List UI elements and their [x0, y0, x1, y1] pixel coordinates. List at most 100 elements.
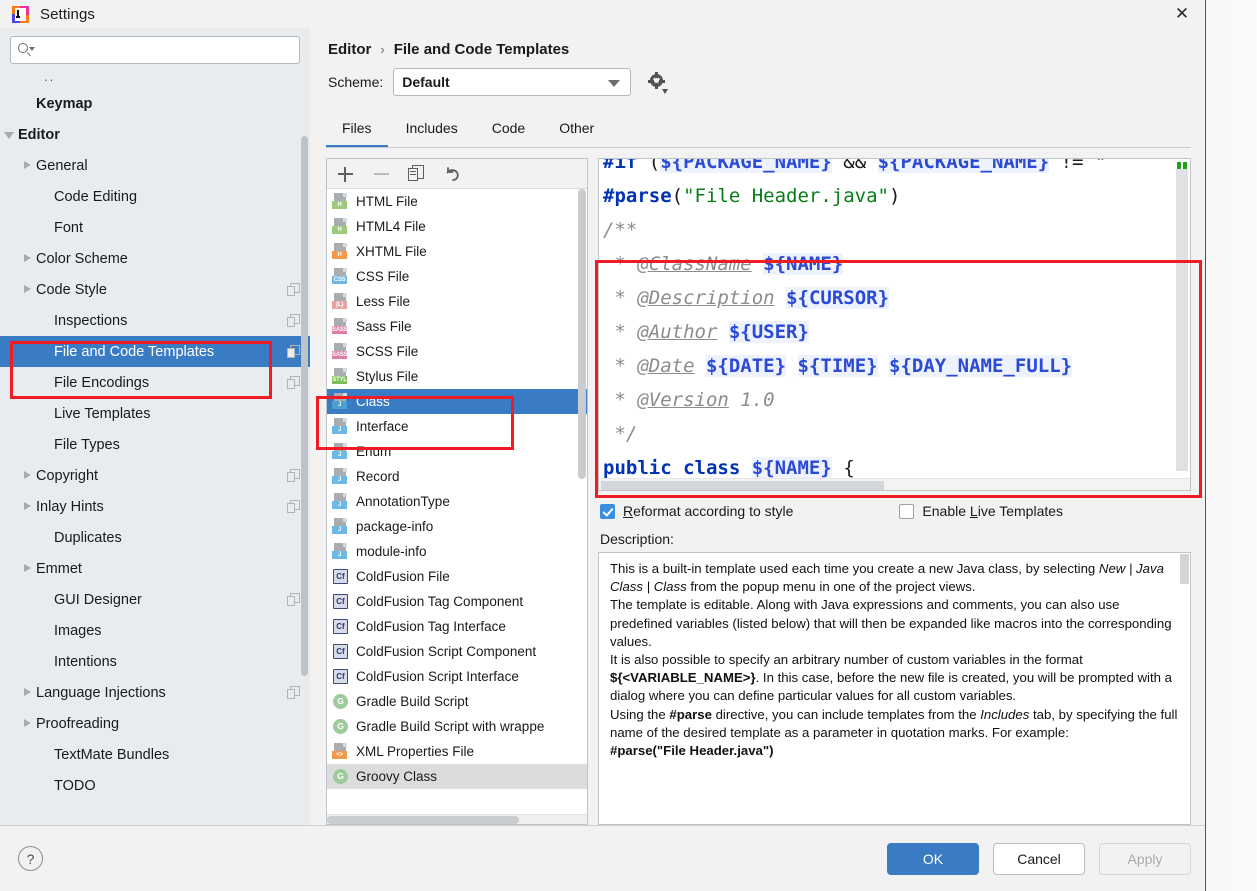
sidebar-item-color-scheme[interactable]: Color Scheme	[0, 243, 310, 274]
coldfusion-file-icon: Cf	[332, 643, 349, 660]
add-template-button[interactable]	[335, 164, 355, 184]
template-list-item[interactable]: J Class	[327, 389, 587, 414]
description-text-run: #parse("File Header.java")	[610, 743, 774, 759]
template-list-item[interactable]: Jpackage-info	[327, 514, 587, 539]
template-code-text[interactable]: #if (${PACKAGE_NAME} && ${PACKAGE_NAME} …	[599, 159, 1190, 485]
sidebar-item-general[interactable]: General	[0, 150, 310, 181]
template-list-item[interactable]: J Record	[327, 464, 587, 489]
project-scope-icon	[287, 686, 300, 699]
editor-horizontal-scrollbar[interactable]	[599, 478, 1190, 490]
template-list-hscrollbar[interactable]	[327, 814, 587, 824]
template-list-item[interactable]: J Enum	[327, 439, 587, 464]
scheme-select[interactable]: Default	[393, 68, 632, 96]
sidebar-scrollbar[interactable]	[301, 136, 308, 676]
template-list-item[interactable]: {L} Less File	[327, 289, 587, 314]
sidebar-item-code-editing[interactable]: Code Editing	[0, 181, 310, 212]
reformat-checkbox-item[interactable]: Reformat according to style	[600, 503, 793, 519]
sidebar-item-language-injections[interactable]: Language Injections	[0, 677, 310, 708]
description-paragraph: It is also possible to specify an arbitr…	[610, 651, 1178, 706]
template-list-item[interactable]: G Groovy Class	[327, 764, 587, 789]
template-list-item[interactable]: H XHTML File	[327, 239, 587, 264]
help-icon[interactable]: ?	[18, 846, 43, 871]
template-list-item[interactable]: SASS Sass File	[327, 314, 587, 339]
code-token: ${NAME}	[751, 457, 832, 479]
sidebar-item-todo[interactable]: TODO	[0, 770, 310, 801]
template-list-item-label: Record	[356, 469, 400, 484]
copy-template-button[interactable]	[407, 164, 427, 184]
close-icon[interactable]: ✕	[1159, 0, 1205, 28]
ok-button[interactable]: OK	[887, 842, 979, 875]
sidebar-item-emmet[interactable]: Emmet	[0, 553, 310, 584]
breadcrumb-current: File and Code Templates	[393, 41, 570, 58]
template-list-item[interactable]: H HTML File	[327, 189, 587, 214]
template-code-editor[interactable]: #if (${PACKAGE_NAME} && ${PACKAGE_NAME} …	[598, 158, 1191, 491]
sidebar-item-inlay-hints[interactable]: Inlay Hints	[0, 491, 310, 522]
sidebar-item-editor[interactable]: Editor	[0, 119, 310, 150]
tab-files[interactable]: Files	[326, 112, 388, 147]
sidebar-item-file-and-code-templates[interactable]: File and Code Templates	[0, 336, 310, 367]
sidebar-item-font[interactable]: Font	[0, 212, 310, 243]
remove-template-button[interactable]	[371, 164, 391, 184]
template-list-item[interactable]: STYL Stylus File	[327, 364, 587, 389]
description-scrollbar[interactable]	[1180, 554, 1189, 584]
template-list-item[interactable]: G Gradle Build Script	[327, 689, 587, 714]
template-list-item[interactable]: H HTML4 File	[327, 214, 587, 239]
template-list-item[interactable]: SASS SCSS File	[327, 339, 587, 364]
gear-icon[interactable]	[647, 72, 669, 94]
description-text-run: #parse	[669, 706, 712, 722]
template-list-item-label: Gradle Build Script	[356, 694, 469, 709]
file-type-icon: SASS	[332, 318, 349, 335]
template-list-item[interactable]: <> XML Properties File	[327, 739, 587, 764]
description-paragraph: The template is editable. Along with Jav…	[610, 596, 1178, 651]
template-list-item[interactable]: Jmodule-info	[327, 539, 587, 564]
sidebar-item-duplicates[interactable]: Duplicates	[0, 522, 310, 553]
template-list-item[interactable]: CSS CSS File	[327, 264, 587, 289]
project-scope-icon	[287, 500, 300, 513]
breadcrumb-parent[interactable]: Editor	[328, 41, 371, 58]
dialog-title: Settings	[40, 5, 95, 23]
sidebar-item-keymap[interactable]: Keymap	[0, 88, 310, 119]
template-list-scrollbar[interactable]	[578, 189, 586, 479]
scheme-value: Default	[402, 74, 450, 90]
sidebar-item-file-types[interactable]: File Types	[0, 429, 310, 460]
cancel-button[interactable]: Cancel	[993, 842, 1085, 875]
reset-template-button[interactable]	[443, 164, 463, 184]
template-list-item[interactable]: J Interface	[327, 414, 587, 439]
sidebar-item-live-templates[interactable]: Live Templates	[0, 398, 310, 429]
breadcrumb: Editor › File and Code Templates	[326, 28, 1191, 66]
search-box[interactable]	[10, 36, 300, 64]
sidebar-item-images[interactable]: Images	[0, 615, 310, 646]
sidebar-item-copyright[interactable]: Copyright	[0, 460, 310, 491]
template-list-item[interactable]: J AnnotationType	[327, 489, 587, 514]
editor-vertical-scrollbar[interactable]	[1176, 169, 1188, 471]
sidebar-item-label: Copyright	[36, 467, 99, 484]
template-list-item[interactable]: Cf ColdFusion File	[327, 564, 587, 589]
template-list-item[interactable]: Cf ColdFusion Script Interface	[327, 664, 587, 689]
file-type-icon: STYL	[332, 368, 349, 385]
apply-button[interactable]: Apply	[1099, 842, 1191, 875]
sidebar-item-intentions[interactable]: Intentions	[0, 646, 310, 677]
live-templates-checkbox-item[interactable]: Enable Live Templates	[899, 503, 1063, 519]
sidebar-item-code-style[interactable]: Code Style	[0, 274, 310, 305]
sidebar-item-gui-designer[interactable]: GUI Designer	[0, 584, 310, 615]
search-input[interactable]	[35, 41, 293, 59]
templates-content: H HTML File H HTML4 File H XHTML File CSS CSS F…	[326, 148, 1191, 825]
template-list-item[interactable]: G Gradle Build Script with wrappe	[327, 714, 587, 739]
template-list-item[interactable]: Cf ColdFusion Tag Interface	[327, 614, 587, 639]
template-list[interactable]: H HTML File H HTML4 File H XHTML File CSS CSS F…	[327, 189, 587, 814]
template-list-item[interactable]: Cf ColdFusion Script Component	[327, 639, 587, 664]
reformat-checkbox[interactable]	[600, 503, 615, 519]
template-list-item-label: XML Properties File	[356, 744, 475, 759]
settings-sidebar: .. Keymap Editor General Code Editing Font Co…	[0, 28, 310, 825]
template-list-item[interactable]: Cf ColdFusion Tag Component	[327, 589, 587, 614]
tab-includes[interactable]: Includes	[390, 112, 474, 147]
sidebar-item-textmate-bundles[interactable]: TextMate Bundles	[0, 739, 310, 770]
sidebar-item-label: Editor	[18, 126, 60, 143]
tab-code[interactable]: Code	[476, 112, 541, 147]
sidebar-item-file-encodings[interactable]: File Encodings	[0, 367, 310, 398]
sidebar-item-inspections[interactable]: Inspections	[0, 305, 310, 336]
tab-other[interactable]: Other	[543, 112, 610, 147]
live-templates-checkbox[interactable]	[899, 503, 915, 519]
sidebar-item-proofreading[interactable]: Proofreading	[0, 708, 310, 739]
